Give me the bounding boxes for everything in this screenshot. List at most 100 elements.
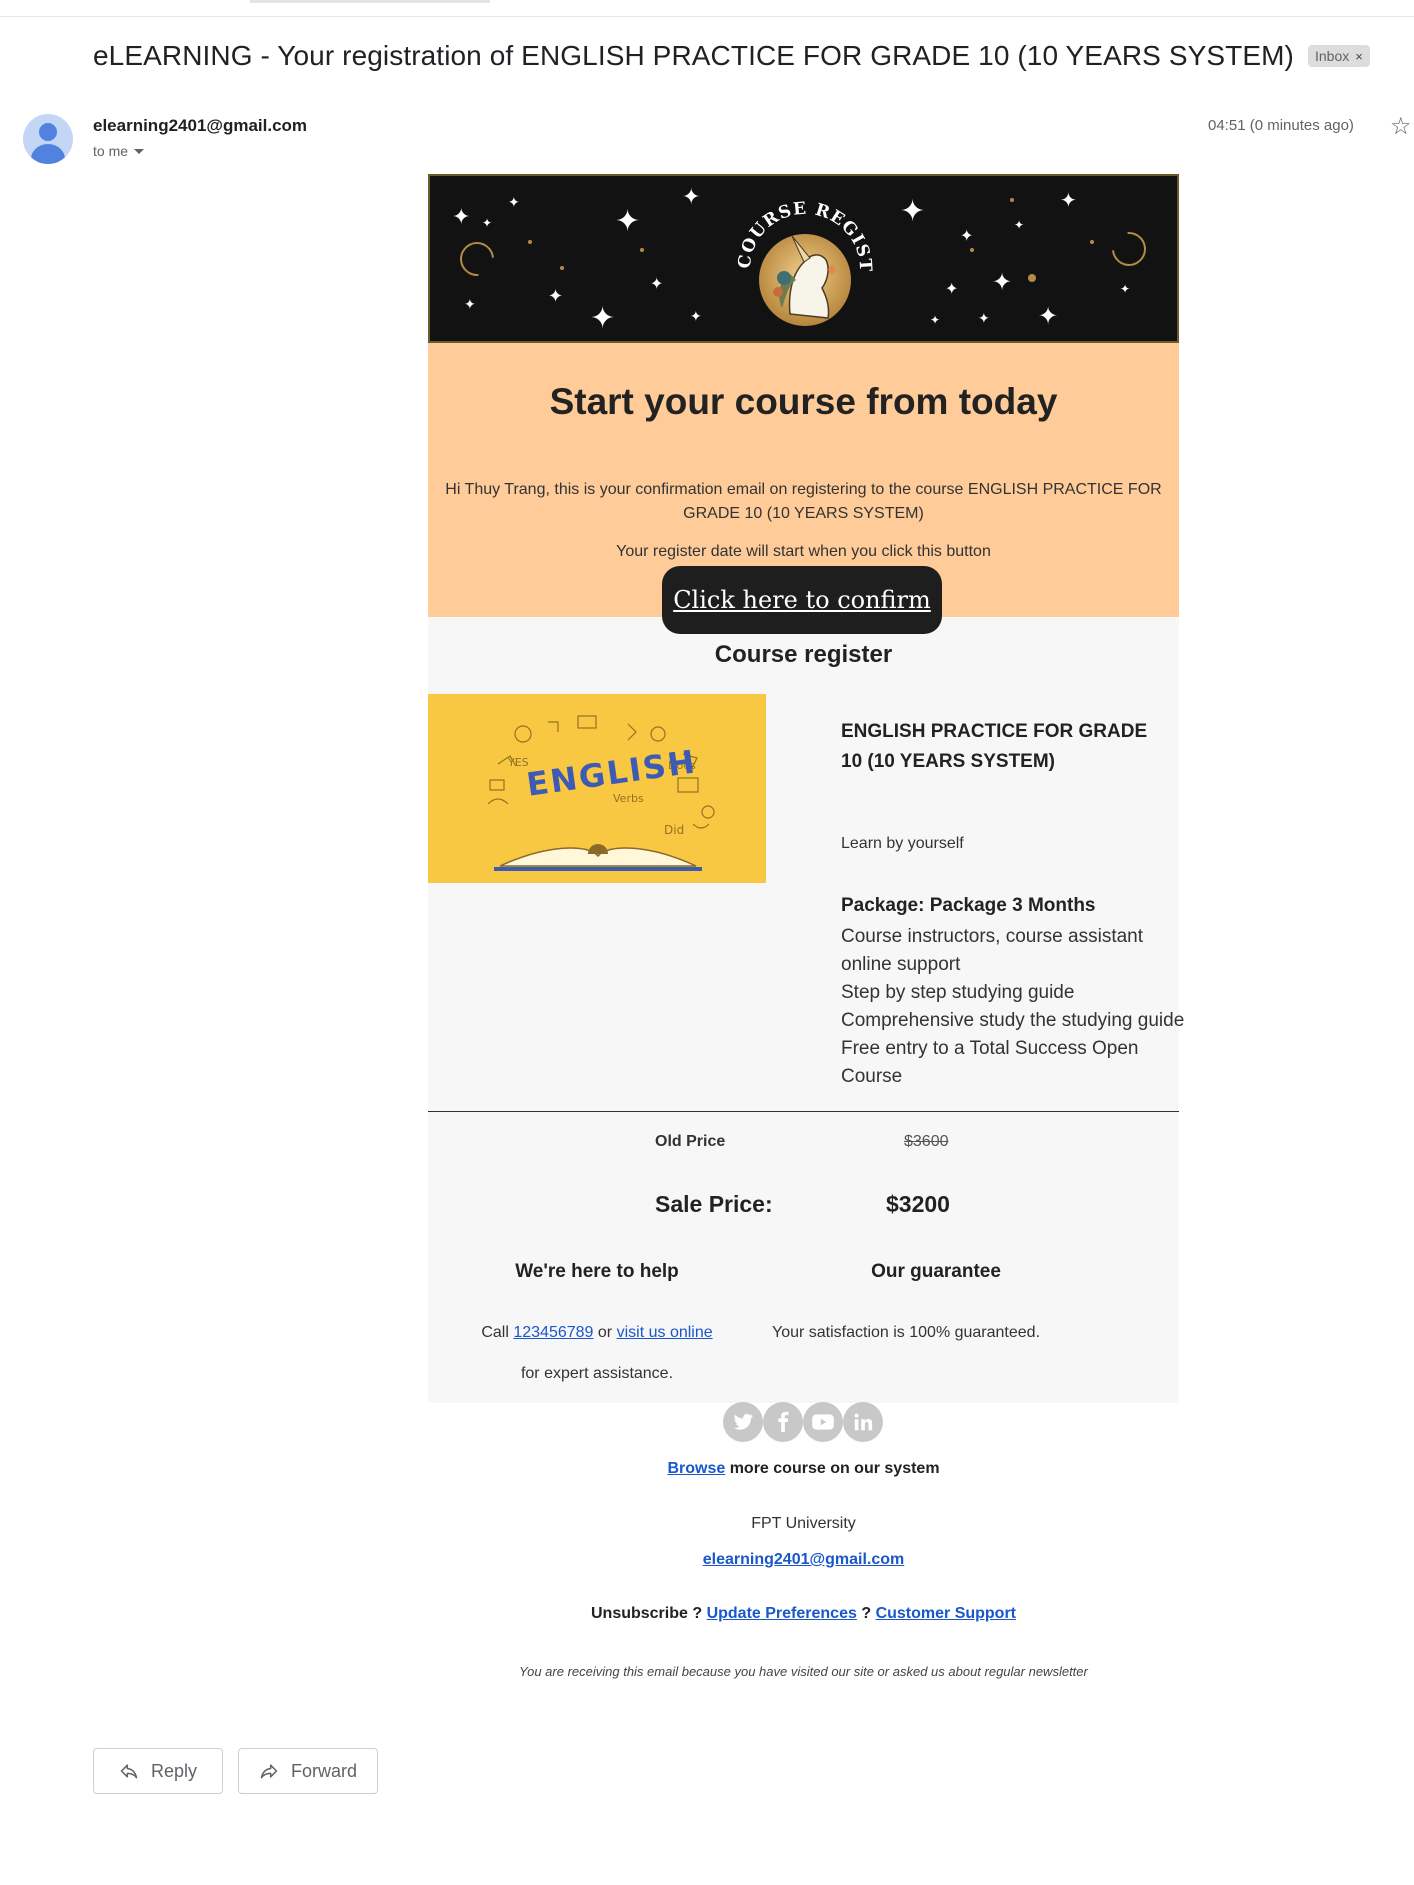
inbox-label-chip[interactable]: Inbox ×: [1307, 45, 1370, 67]
sparkle-icon: ✦: [1060, 190, 1077, 212]
course-panel: Course register YES Does Did Verbs ENGLI…: [428, 617, 1185, 1403]
sparkle-icon: ✦: [464, 296, 476, 312]
svg-text:Did: Did: [664, 823, 684, 837]
recipient-toggle[interactable]: to me: [93, 143, 145, 159]
star-dot: [1010, 198, 1014, 202]
email-timestamp: 04:51 (0 minutes ago): [1208, 117, 1354, 134]
sparkle-icon: ✦: [945, 281, 959, 298]
sparkle-icon: ✦: [590, 302, 616, 335]
feature-item: Step by step studying guide: [841, 982, 1075, 1003]
facebook-icon[interactable]: [763, 1402, 803, 1442]
browse-link[interactable]: Browse: [667, 1460, 725, 1477]
unicorn-badge-icon: COURSE REGISTER: [730, 184, 874, 326]
sender-address[interactable]: elearning2401@gmail.com: [93, 116, 307, 136]
guarantee-heading: Our guarantee: [871, 1261, 1001, 1282]
feature-item: Free entry to a Total Success Open Cours…: [841, 1038, 1139, 1087]
visit-online-link[interactable]: visit us online: [617, 1324, 713, 1341]
sparkle-icon: ✦: [900, 195, 926, 228]
star-dot: [1028, 274, 1036, 282]
newsletter-disclaimer: You are receiving this email because you…: [519, 1664, 1088, 1679]
course-thumbnail[interactable]: YES Does Did Verbs ENGLISH: [428, 694, 766, 883]
thumbnail-word: ENGLISH: [524, 742, 699, 803]
register-date-note: Your register date will start when you c…: [616, 543, 991, 560]
course-name: ENGLISH PRACTICE FOR GRADE 10 (10 YEARS …: [841, 721, 1148, 772]
sparkle-icon: ✦: [978, 310, 990, 326]
forward-icon: [260, 1764, 278, 1779]
old-price-label: Old Price: [655, 1133, 726, 1150]
confirmation-intro: Hi Thuy Trang, this is your confirmation…: [445, 481, 1162, 522]
course-register-heading: Course register: [714, 641, 893, 668]
expert-assistance-text: for expert assistance.: [520, 1365, 674, 1382]
reply-icon: [120, 1764, 138, 1779]
twitter-icon[interactable]: [723, 1402, 763, 1442]
separator-text: ?: [861, 1605, 872, 1622]
confirm-button[interactable]: Click here to confirm: [662, 566, 942, 634]
sparkle-icon: ✦: [615, 205, 641, 238]
sale-price-label: Sale Price:: [655, 1191, 773, 1217]
forward-button[interactable]: Forward: [238, 1748, 378, 1794]
star-dot: [970, 248, 974, 252]
sparkle-icon: ✦: [548, 286, 564, 306]
sparkle-icon: ✦: [650, 276, 664, 293]
phone-link[interactable]: 123456789: [513, 1324, 593, 1341]
hero-title: Start your course from today: [549, 381, 1058, 422]
footer-email-link[interactable]: elearning2401@gmail.com: [703, 1551, 904, 1568]
social-links: [723, 1402, 883, 1442]
star-dot: [528, 240, 532, 244]
old-price-value: $3600: [904, 1133, 949, 1150]
sender-avatar[interactable]: [23, 114, 73, 164]
avatar-head: [39, 123, 57, 141]
package-features: Course instructors, course assistant onl…: [841, 923, 1185, 1091]
crescent-moon-icon: [453, 235, 501, 283]
inbox-label-text: Inbox: [1314, 48, 1350, 64]
sparkle-icon: ✦: [1120, 282, 1131, 296]
sparkle-icon: ✦: [452, 204, 471, 229]
remove-label-icon[interactable]: ×: [1355, 49, 1363, 64]
unsubscribe-text: Unsubscribe ?: [590, 1605, 703, 1622]
email-body: ✦ ✦ ✦ ✦ ✦ ✦ ✦ ✦ ✦ ✦ ✦ ✦ ✦ ✦ ✦ ✦ ✦ ✦ ✦ ✦: [428, 174, 1185, 1403]
top-edge-fragment: [250, 0, 490, 3]
star-dot: [640, 248, 644, 252]
feature-item: Comprehensive study the studying guide: [841, 1010, 1185, 1031]
course-register-banner: ✦ ✦ ✦ ✦ ✦ ✦ ✦ ✦ ✦ ✦ ✦ ✦ ✦ ✦ ✦ ✦ ✦ ✦ ✦ ✦: [428, 174, 1179, 343]
sparkle-icon: ✦: [992, 269, 1013, 296]
caret-down-icon[interactable]: [134, 148, 145, 154]
recipient-label: to me: [93, 143, 129, 159]
update-preferences-link[interactable]: Update Preferences: [707, 1605, 857, 1622]
youtube-icon[interactable]: [803, 1402, 843, 1442]
call-prefix: Call: [481, 1324, 509, 1341]
organization-name: FPT University: [751, 1515, 856, 1532]
learning-mode: Learn by yourself: [841, 835, 964, 852]
star-dot: [1090, 240, 1094, 244]
sparkle-icon: ✦: [682, 184, 701, 209]
linkedin-icon[interactable]: [843, 1402, 883, 1442]
sparkle-icon: ✦: [482, 216, 493, 230]
header-divider: [0, 16, 1414, 17]
or-text: or: [597, 1324, 613, 1341]
sparkle-icon: ✦: [1038, 303, 1059, 330]
browse-text: more course on our system: [729, 1460, 940, 1477]
reply-button[interactable]: Reply: [93, 1748, 223, 1794]
star-icon[interactable]: ☆: [1390, 112, 1412, 141]
guarantee-text: Your satisfaction is 100% guaranteed.: [771, 1324, 1041, 1341]
footer-email-line: elearning2401@gmail.com: [428, 1551, 1179, 1569]
package-name: Package: Package 3 Months: [841, 895, 1096, 916]
star-dot: [560, 266, 564, 270]
customer-support-link[interactable]: Customer Support: [876, 1605, 1016, 1622]
crescent-moon-icon: [1105, 225, 1153, 273]
feature-item: Course instructors, course assistant onl…: [841, 926, 1144, 975]
svg-text:Verbs: Verbs: [613, 792, 644, 805]
unsubscribe-line: Unsubscribe ? Update Preferences ? Custo…: [428, 1605, 1179, 1623]
browse-line: Browse more course on our system: [428, 1460, 1179, 1478]
sparkle-icon: ✦: [690, 308, 702, 324]
sparkle-icon: ✦: [930, 313, 941, 327]
english-book-illustration-icon: YES Does Did Verbs ENGLISH: [487, 715, 715, 871]
sale-price-value: $3200: [886, 1191, 950, 1217]
forward-label: Forward: [290, 1760, 357, 1781]
email-subject: eLEARNING - Your registration of ENGLISH…: [93, 40, 1294, 71]
reply-label: Reply: [150, 1760, 198, 1781]
help-heading: We're here to help: [515, 1261, 679, 1282]
price-divider: [428, 1111, 1179, 1112]
sparkle-icon: ✦: [508, 194, 520, 210]
help-contact-line: Call 123456789 or visit us online: [428, 1324, 766, 1342]
